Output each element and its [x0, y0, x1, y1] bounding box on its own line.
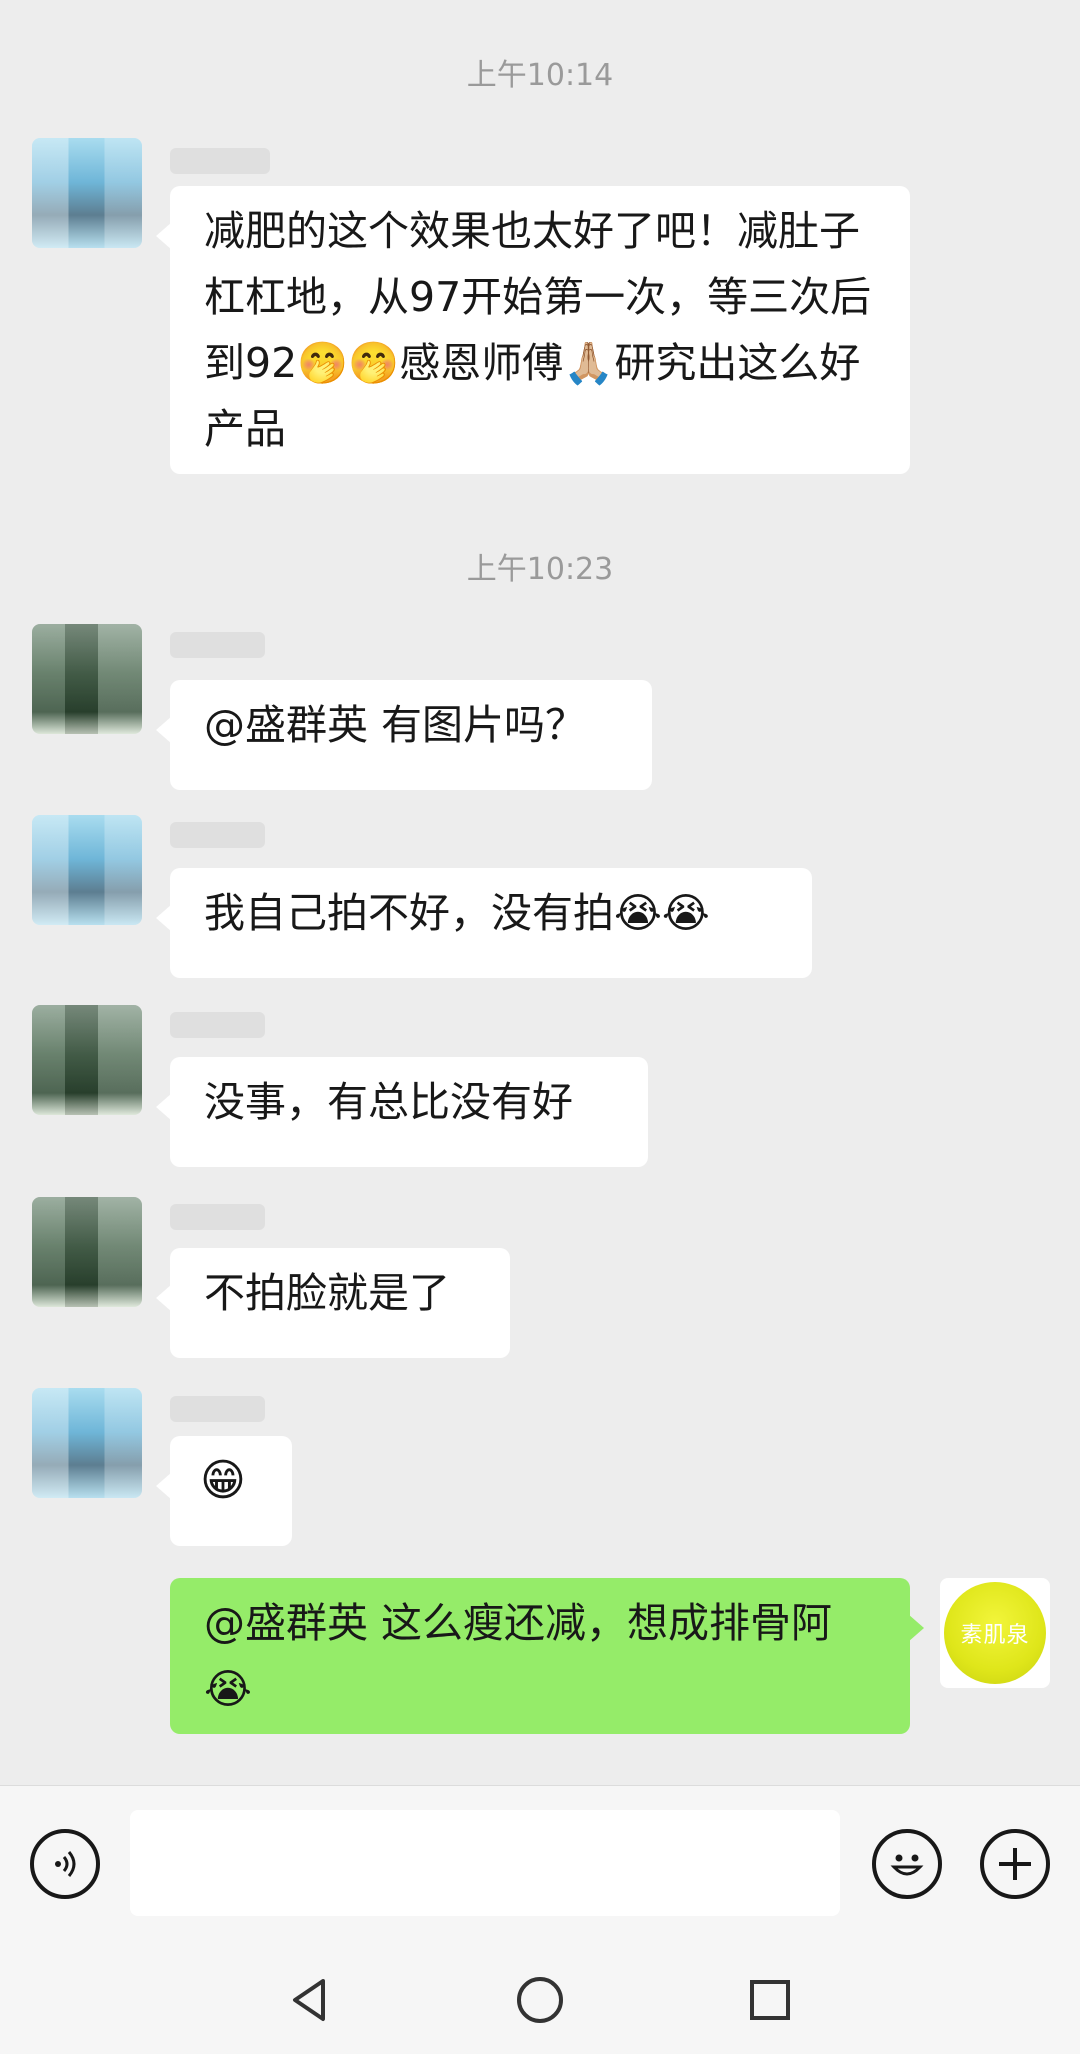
back-triangle-icon[interactable]: [280, 1970, 340, 2030]
message-text: @盛群英 有图片吗？: [204, 701, 587, 749]
input-bar: [0, 1785, 1080, 1941]
message-bubble[interactable]: 没事，有总比没有好: [156, 1057, 648, 1167]
message-bubble-outgoing[interactable]: @盛群英 这么瘦还减，想成排骨阿😭: [170, 1578, 924, 1734]
timestamp: 上午10:14: [466, 58, 614, 93]
avatar[interactable]: [32, 1388, 142, 1498]
back-triangle-glyph: [293, 1979, 325, 2021]
sender-name-redacted: [170, 148, 270, 174]
avatar[interactable]: [32, 138, 142, 248]
avatar[interactable]: [32, 1197, 142, 1307]
message-text: 没事，有总比没有好: [204, 1078, 573, 1126]
message-input[interactable]: [130, 1810, 840, 1916]
sender-name-redacted: [170, 1204, 265, 1230]
avatar[interactable]: [32, 1005, 142, 1115]
message-text: 😁: [200, 1455, 246, 1506]
voice-icon-glyph: [55, 1851, 76, 1877]
avatar[interactable]: [32, 815, 142, 925]
message-text: 我自己拍不好，没有拍😭😭: [204, 889, 710, 937]
emoji-icon[interactable]: [872, 1829, 942, 1899]
message-text: 减肥的这个效果也太好了吧！减肚子杠杠地，从97开始第一次，等三次后到92🤭🤭感恩…: [204, 207, 872, 453]
message-text: 不拍脸就是了: [204, 1269, 450, 1317]
timestamp: 上午10:23: [466, 552, 614, 587]
recents-square-icon[interactable]: [740, 1970, 800, 2030]
sender-name-redacted: [170, 822, 265, 848]
brand-logo: 素肌泉: [944, 1582, 1046, 1684]
sender-name-redacted: [170, 1012, 265, 1038]
plus-icon[interactable]: [980, 1829, 1050, 1899]
sender-name-redacted: [170, 1396, 265, 1422]
message-bubble[interactable]: 我自己拍不好，没有拍😭😭: [156, 868, 812, 978]
message-bubble[interactable]: 不拍脸就是了: [156, 1248, 510, 1358]
recents-square-glyph: [750, 1980, 790, 2020]
emoji-icon-glyph: [890, 1854, 924, 1876]
system-nav-bar: [0, 1940, 1080, 2054]
avatar-self[interactable]: 素肌泉: [940, 1578, 1050, 1688]
plus-icon-glyph: [999, 1848, 1031, 1880]
chat-area[interactable]: 上午10:14 减肥的这个效果也太好了吧！减肚子杠杠地，从97开始第一次，等三次…: [0, 0, 1080, 1785]
message-text: @盛群英 这么瘦还减，想成排骨阿😭: [204, 1599, 833, 1713]
sender-name-redacted: [170, 632, 265, 658]
message-bubble[interactable]: @盛群英 有图片吗？: [156, 680, 652, 790]
avatar[interactable]: [32, 624, 142, 734]
home-circle-glyph: [517, 1977, 563, 2023]
message-bubble[interactable]: 😁: [156, 1436, 292, 1546]
home-circle-icon[interactable]: [510, 1970, 570, 2030]
message-bubble[interactable]: 减肥的这个效果也太好了吧！减肚子杠杠地，从97开始第一次，等三次后到92🤭🤭感恩…: [156, 186, 910, 474]
voice-icon[interactable]: [30, 1829, 100, 1899]
brand-logo-text: 素肌泉: [960, 1623, 1030, 1648]
